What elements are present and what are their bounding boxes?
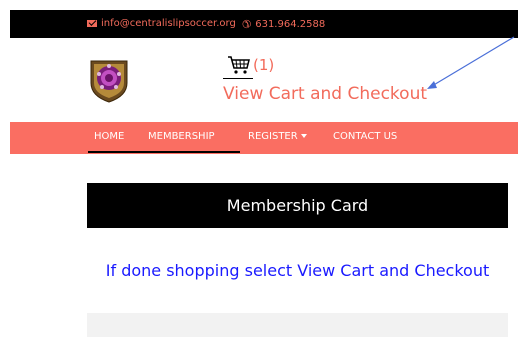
annotation-arrow: [427, 36, 515, 89]
nav-contact-us[interactable]: CONTACT US: [333, 131, 397, 142]
envelope-icon: [87, 20, 97, 27]
nav-register[interactable]: REGISTER: [248, 131, 307, 142]
email-contact[interactable]: info@centralislipsoccer.org: [87, 18, 236, 29]
club-crest-logo[interactable]: [88, 57, 130, 103]
email-text[interactable]: info@centralislipsoccer.org: [101, 18, 236, 29]
cart-count[interactable]: (1): [253, 56, 274, 74]
main-navbar: HOME MEMBERSHIP REGISTER CONTACT US: [10, 122, 518, 154]
view-cart-checkout-link[interactable]: View Cart and Checkout: [223, 84, 427, 104]
membership-card-title: Membership Card: [87, 183, 508, 228]
nav-register-label: REGISTER: [248, 131, 298, 142]
phone-icon: ✆: [242, 18, 252, 31]
nav-home[interactable]: HOME: [94, 131, 124, 142]
shopping-instruction: If done shopping select View Cart and Ch…: [105, 261, 490, 280]
phone-text[interactable]: 631.964.2588: [255, 19, 325, 30]
nav-active-underline: [88, 151, 240, 153]
cart-underline: [223, 78, 253, 79]
shopping-cart-icon: [228, 56, 250, 74]
nav-membership[interactable]: MEMBERSHIP: [148, 131, 215, 142]
crest-icon: [90, 60, 128, 103]
caret-down-icon: [300, 134, 307, 138]
content-panel: [87, 313, 508, 337]
phone-contact[interactable]: ✆ 631.964.2588: [242, 18, 325, 31]
top-contact-bar: info@centralislipsoccer.org ✆ 631.964.25…: [10, 10, 518, 38]
